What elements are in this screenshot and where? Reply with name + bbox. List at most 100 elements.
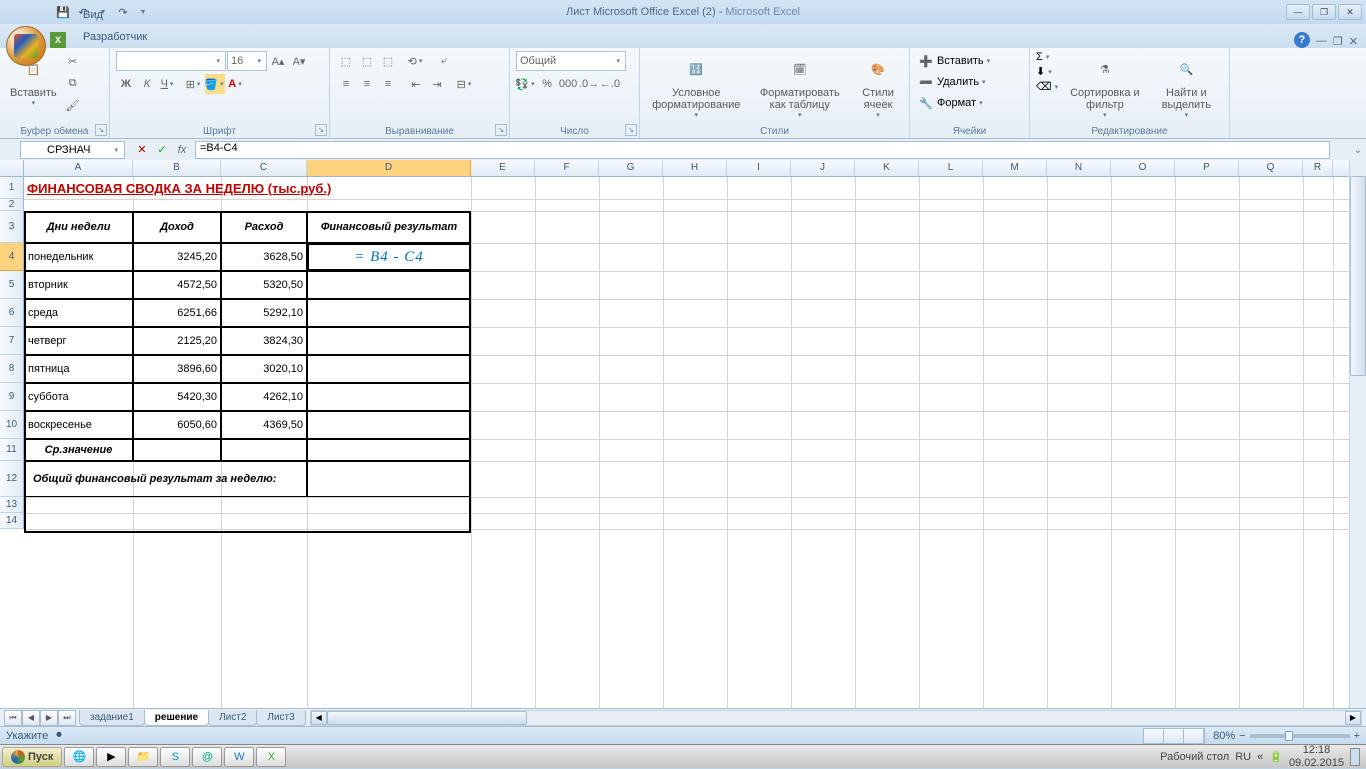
cell[interactable]: 4572,50 — [133, 271, 221, 299]
select-all-cell[interactable] — [0, 160, 24, 177]
vertical-scrollbar[interactable] — [1349, 160, 1366, 708]
fx-icon[interactable]: fx — [173, 141, 191, 159]
doc-close[interactable]: ✕ — [1349, 35, 1358, 48]
font-size-combo[interactable]: 16▾ — [227, 51, 267, 71]
align-middle-icon[interactable]: ⬚ — [357, 51, 377, 71]
cell[interactable]: Общий финансовый результат за неделю: — [24, 461, 307, 497]
excel-mini-icon[interactable]: X — [50, 32, 66, 48]
cell[interactable]: 5292,10 — [221, 299, 307, 327]
cell[interactable] — [307, 355, 471, 383]
horizontal-scrollbar[interactable]: ◀▶ — [310, 710, 1362, 726]
zoom-in[interactable]: + — [1354, 730, 1360, 742]
doc-minimize[interactable]: — — [1316, 35, 1327, 48]
column-header-J[interactable]: J — [791, 160, 855, 176]
cell[interactable]: Расход — [221, 211, 307, 243]
row-header-11[interactable]: 11 — [0, 439, 23, 461]
column-header-A[interactable]: A — [24, 160, 133, 176]
cell[interactable]: пятница — [24, 355, 133, 383]
row-header-10[interactable]: 10 — [0, 411, 23, 439]
cell[interactable] — [307, 461, 471, 497]
italic-button[interactable]: К — [137, 74, 157, 94]
column-header-G[interactable]: G — [599, 160, 663, 176]
sheet-nav-prev[interactable]: ◀ — [22, 710, 40, 726]
alignment-launcher[interactable]: ↘ — [495, 124, 507, 136]
sheet-nav-next[interactable]: ▶ — [40, 710, 58, 726]
cell[interactable]: среда — [24, 299, 133, 327]
row-header-2[interactable]: 2 — [0, 199, 23, 211]
shrink-font-icon[interactable]: A▾ — [289, 51, 309, 71]
spreadsheet-grid[interactable]: ABCDEFGHIJKLMNOPQR 1234567891011121314 Ф… — [0, 160, 1366, 708]
cell[interactable]: понедельник — [24, 243, 133, 271]
view-page-break[interactable] — [1184, 729, 1204, 743]
format-cells-icon[interactable]: 🔧 — [916, 93, 936, 113]
find-select-button[interactable]: 🔍 Найти и выделить▾ — [1150, 51, 1223, 121]
clock[interactable]: 12:1809.02.2015 — [1289, 744, 1344, 768]
cell[interactable]: четверг — [24, 327, 133, 355]
row-header-3[interactable]: 3 — [0, 211, 23, 243]
decrease-indent-icon[interactable]: ⇤ — [406, 74, 426, 94]
language-indicator[interactable]: RU — [1235, 751, 1251, 763]
cell[interactable]: Ср.значение — [24, 439, 133, 461]
minimize-button[interactable]: — — [1286, 4, 1310, 20]
tray-battery-icon[interactable]: 🔋 — [1269, 750, 1283, 763]
format-painter-icon[interactable]: 🖌 — [63, 95, 83, 115]
taskbar-explorer-icon[interactable]: 📁 — [128, 747, 158, 767]
formula-input[interactable]: =B4-C4 — [195, 141, 1330, 159]
tray-arrow-icon[interactable]: « — [1257, 751, 1263, 763]
format-cells-label[interactable]: Формат — [937, 97, 976, 109]
column-header-E[interactable]: E — [471, 160, 535, 176]
row-header-13[interactable]: 13 — [0, 497, 23, 513]
row-header-7[interactable]: 7 — [0, 327, 23, 355]
cell[interactable] — [307, 327, 471, 355]
cell[interactable]: 3020,10 — [221, 355, 307, 383]
insert-cells-label[interactable]: Вставить — [937, 55, 984, 67]
column-header-D[interactable]: D — [307, 160, 471, 176]
fill-icon[interactable]: ⬇ — [1036, 65, 1045, 78]
formula-bar-expand[interactable]: ⌄ — [1350, 143, 1366, 156]
conditional-formatting-button[interactable]: 🔢 Условное форматирование▾ — [646, 51, 746, 121]
cell[interactable]: 4369,50 — [221, 411, 307, 439]
clipboard-launcher[interactable]: ↘ — [95, 124, 107, 136]
row-header-12[interactable]: 12 — [0, 461, 23, 497]
row-header-8[interactable]: 8 — [0, 355, 23, 383]
row-header-14[interactable]: 14 — [0, 513, 23, 529]
tab-разработчик[interactable]: Разработчик — [72, 26, 194, 48]
sheet-tab-Лист3[interactable]: Лист3 — [256, 710, 305, 726]
taskbar-excel-icon[interactable]: X — [256, 747, 286, 767]
cell[interactable]: 3245,20 — [133, 243, 221, 271]
sheet-tab-решение[interactable]: решение — [144, 710, 209, 726]
delete-cells-icon[interactable]: ➖ — [916, 72, 936, 92]
align-top-icon[interactable]: ⬚ — [336, 51, 356, 71]
increase-indent-icon[interactable]: ⇥ — [427, 74, 447, 94]
insert-cells-icon[interactable]: ➕ — [916, 51, 936, 71]
cell[interactable]: Финансовый результат — [307, 211, 471, 243]
column-header-C[interactable]: C — [221, 160, 307, 176]
column-header-O[interactable]: O — [1111, 160, 1175, 176]
column-header-M[interactable]: M — [983, 160, 1047, 176]
zoom-level[interactable]: 80% — [1213, 730, 1235, 742]
align-left-icon[interactable]: ≡ — [336, 74, 356, 94]
tab-вид[interactable]: Вид — [72, 4, 194, 26]
sort-filter-button[interactable]: ⚗ Сортировка и фильтр▾ — [1062, 51, 1148, 121]
cell[interactable] — [307, 299, 471, 327]
decrease-decimal-icon[interactable]: ←.0 — [600, 74, 620, 94]
column-header-I[interactable]: I — [727, 160, 791, 176]
increase-decimal-icon[interactable]: .0→ — [579, 74, 599, 94]
close-button[interactable]: ✕ — [1338, 4, 1362, 20]
number-format-combo[interactable]: Общий▾ — [516, 51, 626, 71]
row-header-1[interactable]: 1 — [0, 177, 23, 199]
orientation-icon[interactable]: ⟲▾ — [406, 51, 426, 71]
row-header-4[interactable]: 4 — [0, 243, 23, 271]
column-header-L[interactable]: L — [919, 160, 983, 176]
cell[interactable]: Доход — [133, 211, 221, 243]
cells-area[interactable]: ФИНАНСОВАЯ СВОДКА ЗА НЕДЕЛЮ (тыс.руб.)Дн… — [24, 177, 1366, 708]
cell[interactable] — [221, 439, 307, 461]
cell[interactable]: 3896,60 — [133, 355, 221, 383]
cell[interactable]: вторник — [24, 271, 133, 299]
cell[interactable] — [307, 411, 471, 439]
cell[interactable]: 3824,30 — [221, 327, 307, 355]
column-header-N[interactable]: N — [1047, 160, 1111, 176]
row-header-6[interactable]: 6 — [0, 299, 23, 327]
font-launcher[interactable]: ↘ — [315, 124, 327, 136]
delete-cells-label[interactable]: Удалить — [937, 76, 979, 88]
